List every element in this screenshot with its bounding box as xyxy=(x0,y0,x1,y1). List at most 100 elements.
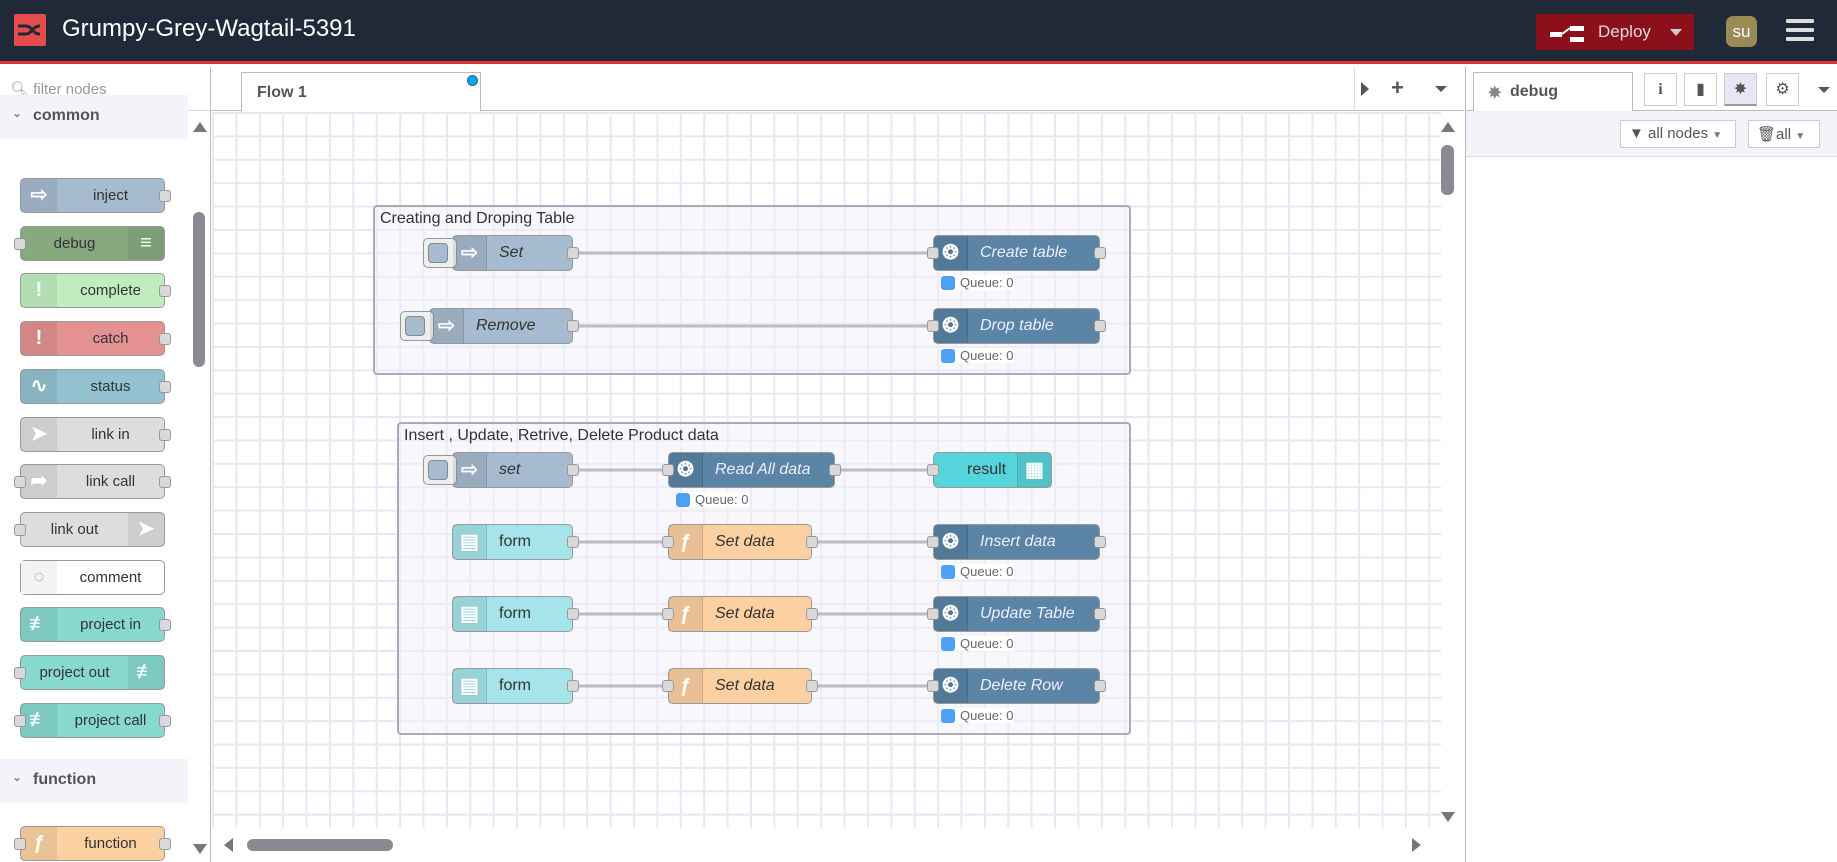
output-port[interactable] xyxy=(159,190,171,202)
flow-node-ui-form[interactable]: ▤ form xyxy=(452,668,579,704)
flow-node-function[interactable]: ƒ Set data xyxy=(662,668,818,704)
gear-icon[interactable]: ⚙ xyxy=(1766,73,1799,106)
input-port[interactable] xyxy=(927,608,939,620)
palette-node-link-out[interactable]: ➤ link out xyxy=(14,511,165,547)
flow-node-postgresql[interactable]: ❂ Create table xyxy=(927,235,1106,271)
output-port[interactable] xyxy=(159,476,171,489)
output-port[interactable] xyxy=(567,608,579,620)
palette-node-inject[interactable]: ⇨ inject xyxy=(20,178,171,213)
input-port[interactable] xyxy=(927,464,939,476)
flow-node-postgresql[interactable]: ❂ Read All data xyxy=(662,452,841,488)
output-port[interactable] xyxy=(567,536,579,548)
output-port[interactable] xyxy=(806,680,818,692)
flow-node-inject[interactable]: ⇨ Remove xyxy=(400,308,579,344)
flow-node-postgresql[interactable]: ❂ Update Table xyxy=(927,596,1106,632)
palette-node-project-in[interactable]: ≢ project in xyxy=(20,607,171,643)
inject-trigger-button[interactable] xyxy=(423,238,457,268)
output-port[interactable] xyxy=(159,838,171,850)
palette-node-project-call[interactable]: ≢ project call xyxy=(14,702,171,738)
scroll-right-icon[interactable] xyxy=(1412,838,1421,852)
input-port[interactable] xyxy=(14,523,26,536)
output-port[interactable] xyxy=(567,320,579,332)
flow-node-ui-form[interactable]: ▤ form xyxy=(452,524,579,560)
scrollbar-thumb[interactable] xyxy=(1441,145,1454,195)
input-port[interactable] xyxy=(927,680,939,692)
add-flow-icon[interactable]: + xyxy=(1391,75,1404,101)
output-port[interactable] xyxy=(159,380,171,393)
output-port[interactable] xyxy=(567,680,579,692)
palette-node-project-out[interactable]: ≢ project out xyxy=(14,655,165,690)
input-port[interactable] xyxy=(14,667,26,679)
deploy-dropdown-caret-icon[interactable] xyxy=(1670,29,1682,36)
input-port[interactable] xyxy=(14,838,26,850)
scroll-down-icon[interactable] xyxy=(1441,812,1455,822)
output-port[interactable] xyxy=(567,247,579,259)
output-port[interactable] xyxy=(567,464,579,476)
palette-node-link-in[interactable]: ➤ link in xyxy=(20,416,171,452)
output-port[interactable] xyxy=(806,536,818,548)
scroll-up-icon[interactable] xyxy=(193,122,207,132)
scrollbar-thumb[interactable] xyxy=(247,839,393,851)
sidebar-menu-chevron-down-icon[interactable] xyxy=(1818,87,1830,93)
input-port[interactable] xyxy=(14,476,26,489)
palette-node-link-call[interactable]: ➦ link call xyxy=(14,464,171,500)
output-port[interactable] xyxy=(1094,247,1106,259)
palette-node-status[interactable]: ∿ status xyxy=(20,368,171,404)
canvas-vertical-scrollbar[interactable] xyxy=(1441,112,1464,828)
inject-trigger-button[interactable] xyxy=(400,311,434,341)
output-port[interactable] xyxy=(1094,320,1106,332)
list-flows-chevron-down-icon[interactable] xyxy=(1435,86,1447,92)
deploy-button[interactable]: Deploy xyxy=(1536,14,1694,50)
tab-flow-1[interactable]: Flow 1 xyxy=(241,72,481,112)
flow-node-inject[interactable]: ⇨ set xyxy=(423,452,579,488)
info-icon[interactable]: i xyxy=(1644,73,1677,106)
flow-node-function[interactable]: ƒ Set data xyxy=(662,596,818,632)
palette-node-catch[interactable]: ! catch xyxy=(20,321,171,357)
input-port[interactable] xyxy=(14,237,26,250)
flow-node-ui-table[interactable]: ▦ result xyxy=(927,452,1052,488)
output-port[interactable] xyxy=(1094,536,1106,548)
flow-node-postgresql[interactable]: ❂ Insert data xyxy=(927,524,1106,560)
bug-icon[interactable]: ✸ xyxy=(1724,73,1757,106)
scroll-up-icon[interactable] xyxy=(1441,122,1455,132)
output-port[interactable] xyxy=(806,608,818,620)
flow-group[interactable]: Creating and Droping Table xyxy=(373,205,1131,375)
clear-messages-dropdown[interactable]: 🗑︎all ▼ xyxy=(1748,120,1820,148)
output-port[interactable] xyxy=(159,333,171,346)
output-port[interactable] xyxy=(159,714,171,727)
flow-node-inject[interactable]: ⇨ Set xyxy=(423,235,579,271)
palette-node-function[interactable]: ƒ function xyxy=(14,826,171,861)
book-icon[interactable]: ▮ xyxy=(1684,73,1717,106)
input-port[interactable] xyxy=(662,680,674,692)
input-port[interactable] xyxy=(662,464,674,476)
flow-node-function[interactable]: ƒ Set data xyxy=(662,524,818,560)
input-port[interactable] xyxy=(662,608,674,620)
input-port[interactable] xyxy=(927,247,939,259)
output-port[interactable] xyxy=(1094,680,1106,692)
output-port[interactable] xyxy=(159,285,171,298)
hamburger-menu-icon[interactable] xyxy=(1786,19,1814,43)
flow-node-postgresql[interactable]: ❂ Drop table xyxy=(927,308,1106,344)
output-port[interactable] xyxy=(159,619,171,632)
palette-node-comment[interactable]: ○ comment xyxy=(20,559,165,595)
input-port[interactable] xyxy=(927,320,939,332)
output-port[interactable] xyxy=(1094,608,1106,620)
user-avatar[interactable]: su xyxy=(1726,16,1757,47)
input-port[interactable] xyxy=(662,536,674,548)
flow-canvas[interactable]: Creating and Droping Table Insert , Updat… xyxy=(212,112,1441,828)
input-port[interactable] xyxy=(14,714,26,727)
filter-nodes-dropdown[interactable]: ▼ all nodes ▼ xyxy=(1620,120,1736,148)
scrollbar-thumb[interactable] xyxy=(193,212,205,367)
palette-category-common[interactable]: ⌄ common xyxy=(0,95,188,139)
scroll-down-icon[interactable] xyxy=(193,844,207,854)
input-port[interactable] xyxy=(927,536,939,548)
tab-debug[interactable]: ✸ debug xyxy=(1473,72,1633,112)
scroll-tabs-right-icon[interactable] xyxy=(1361,82,1369,96)
canvas-horizontal-scrollbar[interactable] xyxy=(212,828,1441,862)
scroll-left-icon[interactable] xyxy=(224,838,233,852)
output-port[interactable] xyxy=(159,428,171,441)
output-port[interactable] xyxy=(829,464,841,476)
flow-node-postgresql[interactable]: ❂ Delete Row xyxy=(927,668,1106,704)
flow-node-ui-form[interactable]: ▤ form xyxy=(452,596,579,632)
palette-category-function[interactable]: ⌄ function xyxy=(0,759,188,803)
